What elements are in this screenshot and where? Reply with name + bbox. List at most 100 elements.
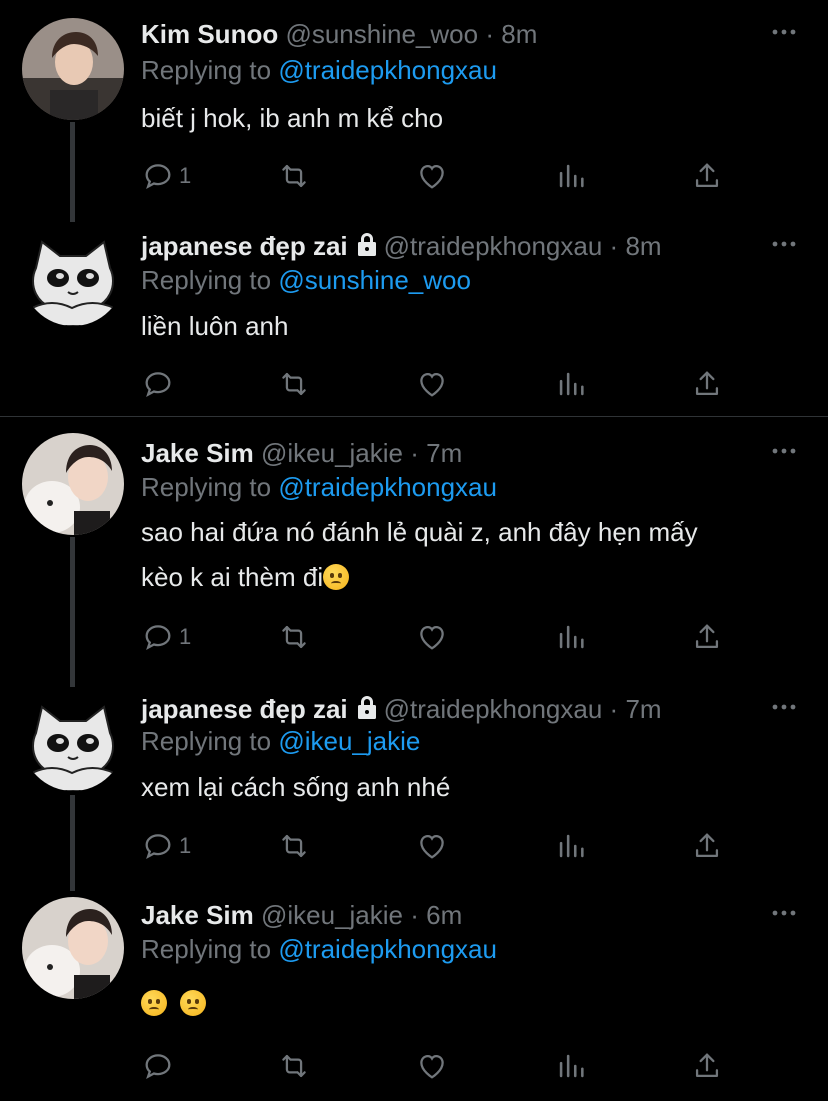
share-button[interactable] xyxy=(690,1046,724,1086)
timestamp[interactable]: 8m xyxy=(625,231,661,261)
heart-icon xyxy=(415,1049,449,1083)
retweet-button[interactable] xyxy=(277,617,311,657)
more-options-icon[interactable] xyxy=(770,22,798,42)
retweet-button[interactable] xyxy=(277,364,311,404)
timestamp[interactable]: 7m xyxy=(625,694,661,724)
analytics-button[interactable] xyxy=(554,364,588,404)
tweet-header: Jake Sim @ikeu_jakie · 6m xyxy=(141,899,462,931)
tweet-header: Kim Sunoo @sunshine_woo · 8m xyxy=(141,18,537,50)
frowning-face-emoji xyxy=(180,990,207,1016)
tweet[interactable]: japanese đẹp zai @traidepkhongxau · 8m Re… xyxy=(0,208,828,416)
like-button[interactable] xyxy=(415,617,449,657)
stats-icon xyxy=(554,367,588,401)
reply-count: 1 xyxy=(179,624,192,649)
replying-to: Replying to @sunshine_woo xyxy=(141,264,471,296)
tweet-header: japanese đẹp zai @traidepkhongxau · 7m xyxy=(141,693,662,725)
reply-icon xyxy=(141,367,175,401)
tweet-header: Jake Sim @ikeu_jakie · 7m xyxy=(141,437,462,469)
share-button[interactable] xyxy=(690,617,724,657)
tweet-text: liền luôn anh xyxy=(141,311,289,341)
handle[interactable]: @sunshine_woo xyxy=(285,19,478,49)
retweet-button[interactable] xyxy=(277,1046,311,1086)
timestamp[interactable]: 6m xyxy=(426,900,462,930)
more-options-icon[interactable] xyxy=(770,903,798,923)
handle[interactable]: @traidepkhongxau xyxy=(384,694,603,724)
tweet-text: xem lại cách sống anh nhé xyxy=(141,772,451,802)
mention-link[interactable]: @sunshine_woo xyxy=(278,265,471,295)
tweet[interactable]: Jake Sim @ikeu_jakie · 7m Replying to @t… xyxy=(0,417,828,687)
retweet-icon xyxy=(277,829,311,863)
replying-label: Replying to xyxy=(141,265,272,295)
avatar[interactable] xyxy=(22,433,124,535)
timestamp[interactable]: 7m xyxy=(426,438,462,468)
reply-count: 1 xyxy=(179,163,192,188)
mention-link[interactable]: @traidepkhongxau xyxy=(278,55,497,85)
like-button[interactable] xyxy=(415,826,449,866)
like-button[interactable] xyxy=(415,364,449,404)
display-name[interactable]: japanese đẹp zai xyxy=(141,231,348,261)
display-name[interactable]: Kim Sunoo xyxy=(141,19,278,49)
separator: · xyxy=(609,231,619,261)
timestamp[interactable]: 8m xyxy=(501,19,537,49)
avatar[interactable] xyxy=(22,224,124,326)
reply-icon xyxy=(141,159,175,193)
reply-button[interactable]: 1 xyxy=(141,156,191,196)
display-name[interactable]: Jake Sim xyxy=(141,900,254,930)
retweet-button[interactable] xyxy=(277,826,311,866)
action-bar: 1 xyxy=(141,156,741,196)
tweet-text-line: sao hai đứa nó đánh lẻ quài z, anh đây h… xyxy=(141,517,698,547)
tweet[interactable]: Kim Sunoo @sunshine_woo · 8m Replying to… xyxy=(0,0,828,222)
thread-line xyxy=(70,122,75,222)
share-button[interactable] xyxy=(690,156,724,196)
avatar[interactable] xyxy=(22,689,124,791)
replying-to: Replying to @traidepkhongxau xyxy=(141,54,497,86)
reply-button[interactable]: 1 xyxy=(141,617,191,657)
reply-icon xyxy=(141,620,175,654)
mention-link[interactable]: @ikeu_jakie xyxy=(278,726,420,756)
like-button[interactable] xyxy=(415,1046,449,1086)
more-options-icon[interactable] xyxy=(770,441,798,461)
display-name[interactable]: japanese đẹp zai xyxy=(141,694,348,724)
separator: · xyxy=(485,19,494,49)
thread-line xyxy=(70,537,75,687)
retweet-button[interactable] xyxy=(277,156,311,196)
mention-link[interactable]: @traidepkhongxau xyxy=(278,472,497,502)
analytics-button[interactable] xyxy=(554,1046,588,1086)
tweet[interactable]: japanese đẹp zai @traidepkhongxau · 7m Re… xyxy=(0,671,828,891)
share-button[interactable] xyxy=(690,826,724,866)
stats-icon xyxy=(554,1049,588,1083)
like-button[interactable] xyxy=(415,156,449,196)
action-bar xyxy=(141,1046,741,1086)
confused-face-emoji xyxy=(323,564,350,590)
reply-button[interactable] xyxy=(141,364,175,404)
stats-icon xyxy=(554,620,588,654)
share-button[interactable] xyxy=(690,364,724,404)
share-icon xyxy=(690,1049,724,1083)
mention-link[interactable]: @traidepkhongxau xyxy=(278,934,497,964)
analytics-button[interactable] xyxy=(554,617,588,657)
lock-icon xyxy=(356,231,378,257)
reply-button[interactable] xyxy=(141,1046,175,1086)
tweet-text: biết j hok, ib anh m kể cho xyxy=(141,103,444,133)
reply-button[interactable]: 1 xyxy=(141,826,191,866)
avatar[interactable] xyxy=(22,897,124,999)
more-options-icon[interactable] xyxy=(770,234,798,254)
handle[interactable]: @ikeu_jakie xyxy=(261,438,403,468)
stats-icon xyxy=(554,829,588,863)
analytics-button[interactable] xyxy=(554,826,588,866)
handle[interactable]: @traidepkhongxau xyxy=(384,231,603,261)
heart-icon xyxy=(415,367,449,401)
action-bar: 1 xyxy=(141,617,741,657)
tweet[interactable]: Jake Sim @ikeu_jakie · 6m Replying to @t… xyxy=(0,881,828,1101)
action-bar xyxy=(141,364,741,404)
replying-label: Replying to xyxy=(141,472,272,502)
share-icon xyxy=(690,159,724,193)
handle[interactable]: @ikeu_jakie xyxy=(261,900,403,930)
share-icon xyxy=(690,620,724,654)
retweet-icon xyxy=(277,620,311,654)
tweet-header: japanese đẹp zai @traidepkhongxau · 8m xyxy=(141,230,662,262)
more-options-icon[interactable] xyxy=(770,697,798,717)
analytics-button[interactable] xyxy=(554,156,588,196)
display-name[interactable]: Jake Sim xyxy=(141,438,254,468)
avatar[interactable] xyxy=(22,18,124,120)
